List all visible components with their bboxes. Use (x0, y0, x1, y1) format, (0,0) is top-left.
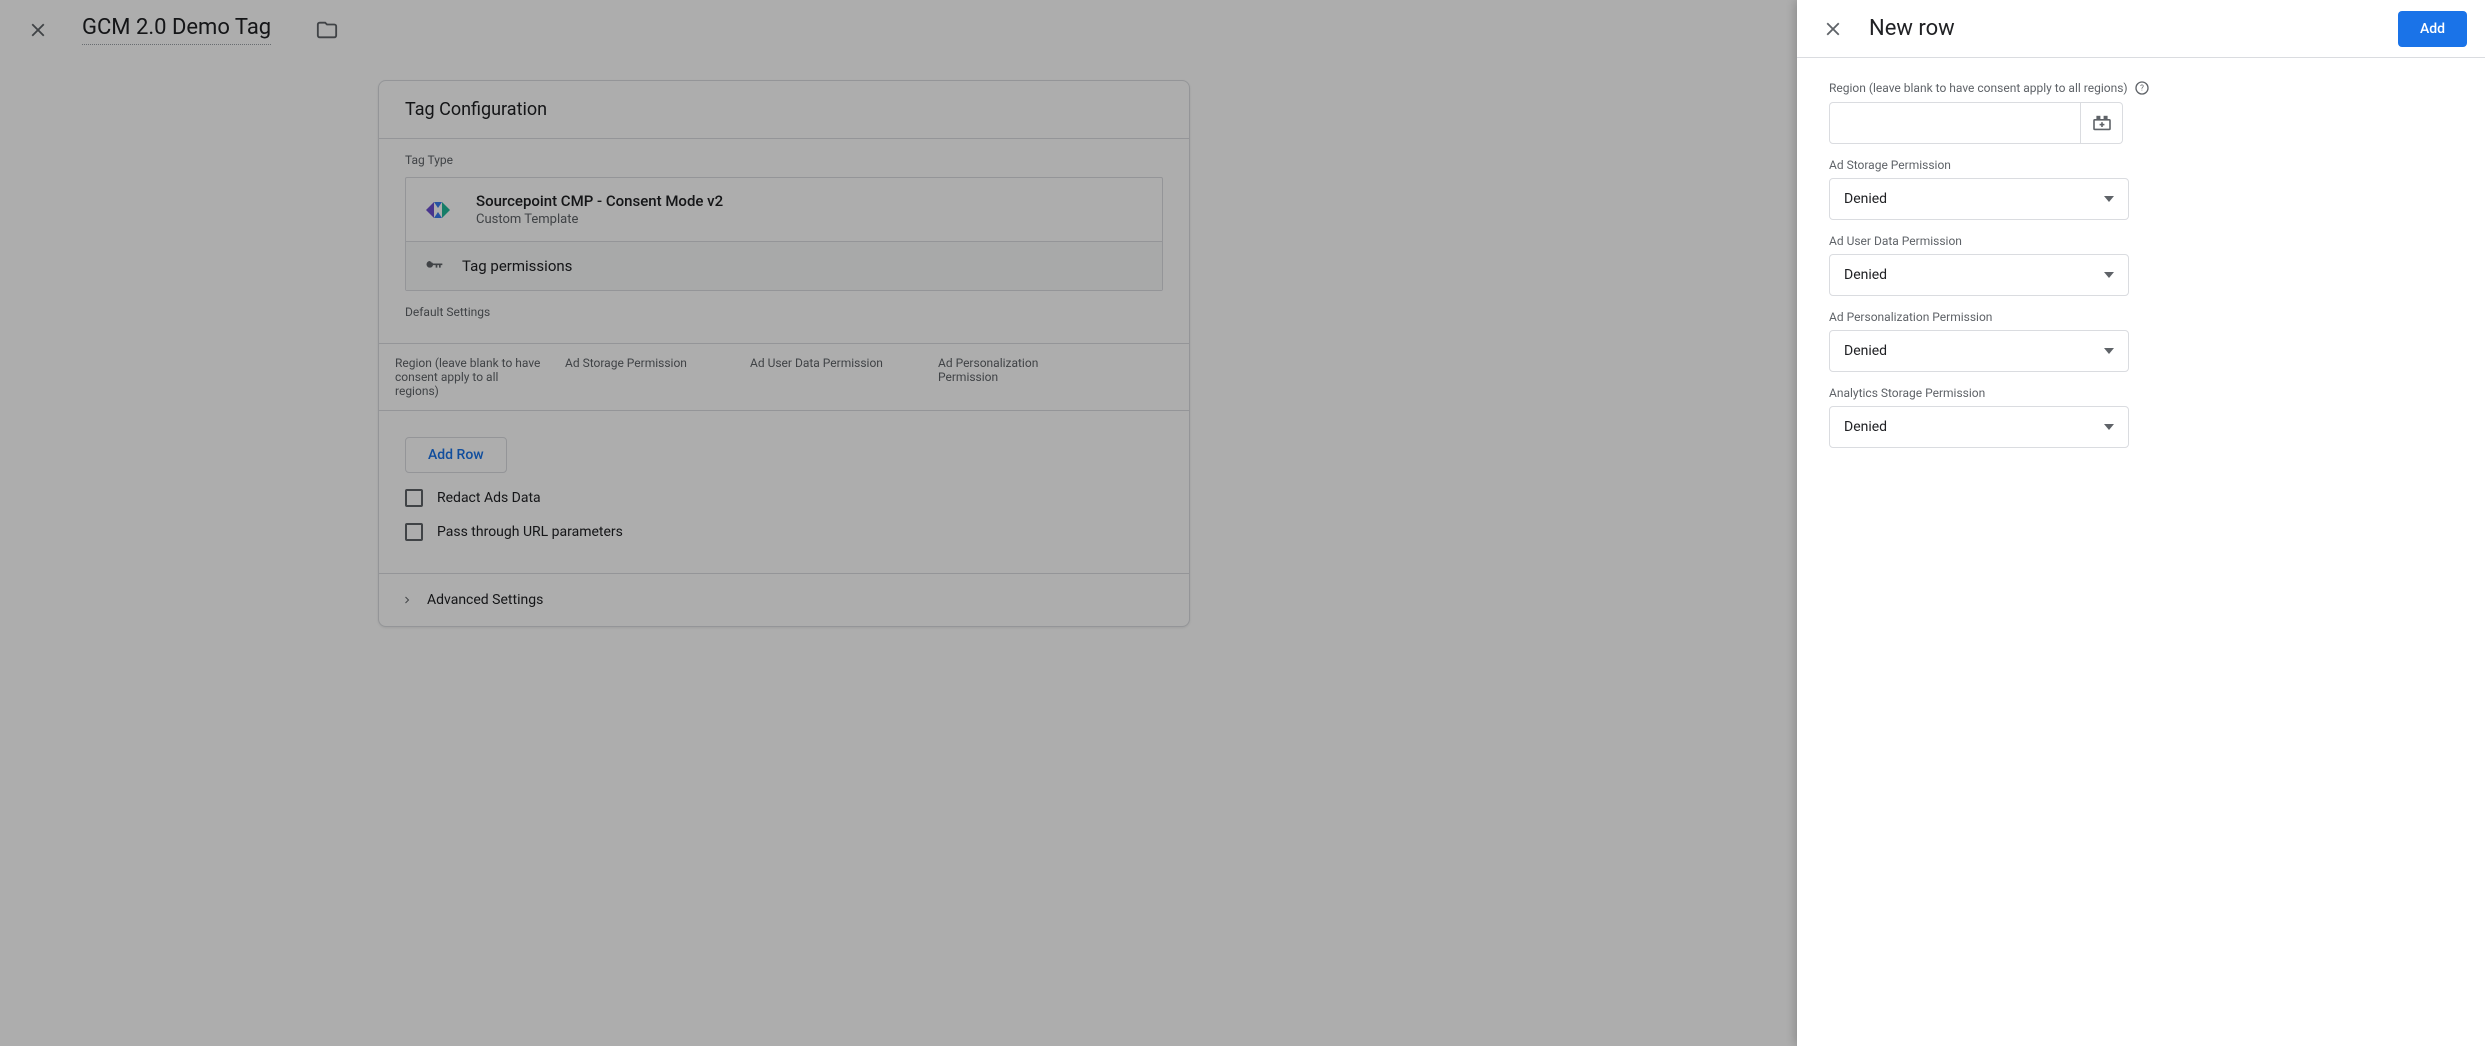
chevron-down-icon (2104, 424, 2114, 430)
ad-user-data-select[interactable]: Denied (1829, 254, 2129, 296)
redact-ads-label: Redact Ads Data (437, 490, 541, 506)
close-icon (1822, 18, 1844, 40)
chevron-right-icon (401, 594, 413, 606)
close-page-button[interactable] (20, 12, 56, 48)
tag-name-input[interactable]: GCM 2.0 Demo Tag (82, 15, 271, 45)
th-ad-personalization: Ad Personalization Permission (938, 356, 1088, 398)
tag-type-label: Tag Type (405, 153, 1163, 167)
chevron-down-icon (2104, 196, 2114, 202)
ad-storage-label: Ad Storage Permission (1829, 158, 1951, 172)
ad-storage-value: Denied (1844, 191, 1887, 207)
analytics-storage-select[interactable]: Denied (1829, 406, 2129, 448)
redact-ads-checkbox[interactable] (405, 489, 423, 507)
default-settings-label: Default Settings (405, 305, 1163, 319)
ad-user-data-label: Ad User Data Permission (1829, 234, 1962, 248)
analytics-storage-value: Denied (1844, 419, 1887, 435)
th-ad-storage: Ad Storage Permission (565, 356, 730, 398)
page-header: GCM 2.0 Demo Tag (0, 0, 1568, 60)
svg-text:?: ? (2140, 84, 2144, 93)
close-panel-button[interactable] (1815, 11, 1851, 47)
folder-button[interactable] (309, 12, 345, 48)
advanced-settings-row[interactable]: Advanced Settings (379, 573, 1189, 626)
th-ad-user-data: Ad User Data Permission (750, 356, 918, 398)
tag-type-subtitle: Custom Template (476, 212, 723, 227)
advanced-settings-label: Advanced Settings (427, 592, 543, 608)
tag-config-card: Tag Configuration Tag Type Sourcepoint C… (378, 80, 1190, 627)
ad-personalization-label: Ad Personalization Permission (1829, 310, 1992, 324)
tag-permissions-row[interactable]: Tag permissions (406, 241, 1162, 290)
default-settings-table-header: Region (leave blank to have consent appl… (379, 343, 1189, 410)
tag-type-title: Sourcepoint CMP - Consent Mode v2 (476, 192, 723, 210)
sourcepoint-logo-icon (422, 194, 454, 226)
new-row-panel: New row Add Region (leave blank to have … (1797, 0, 2485, 1046)
ad-personalization-value: Denied (1844, 343, 1887, 359)
add-row-button[interactable]: Add Row (405, 437, 507, 473)
variable-picker-button[interactable] (2081, 102, 2123, 144)
th-region: Region (leave blank to have consent appl… (395, 356, 545, 398)
close-icon (27, 19, 49, 41)
analytics-storage-label: Analytics Storage Permission (1829, 386, 1985, 400)
panel-title: New row (1869, 16, 2398, 41)
variable-icon (2092, 115, 2112, 131)
folder-icon (316, 19, 338, 41)
ad-storage-select[interactable]: Denied (1829, 178, 2129, 220)
passthrough-label: Pass through URL parameters (437, 524, 623, 540)
region-field-label: Region (leave blank to have consent appl… (1829, 81, 2128, 95)
chevron-down-icon (2104, 272, 2114, 278)
tag-type-box[interactable]: Sourcepoint CMP - Consent Mode v2 Custom… (405, 177, 1163, 291)
ad-user-data-value: Denied (1844, 267, 1887, 283)
chevron-down-icon (2104, 348, 2114, 354)
key-icon (424, 256, 444, 276)
passthrough-checkbox[interactable] (405, 523, 423, 541)
tag-permissions-label: Tag permissions (462, 257, 572, 275)
card-title: Tag Configuration (379, 81, 1189, 138)
ad-personalization-select[interactable]: Denied (1829, 330, 2129, 372)
region-input[interactable] (1829, 102, 2081, 144)
help-icon[interactable]: ? (2134, 80, 2150, 96)
add-button[interactable]: Add (2398, 11, 2467, 47)
